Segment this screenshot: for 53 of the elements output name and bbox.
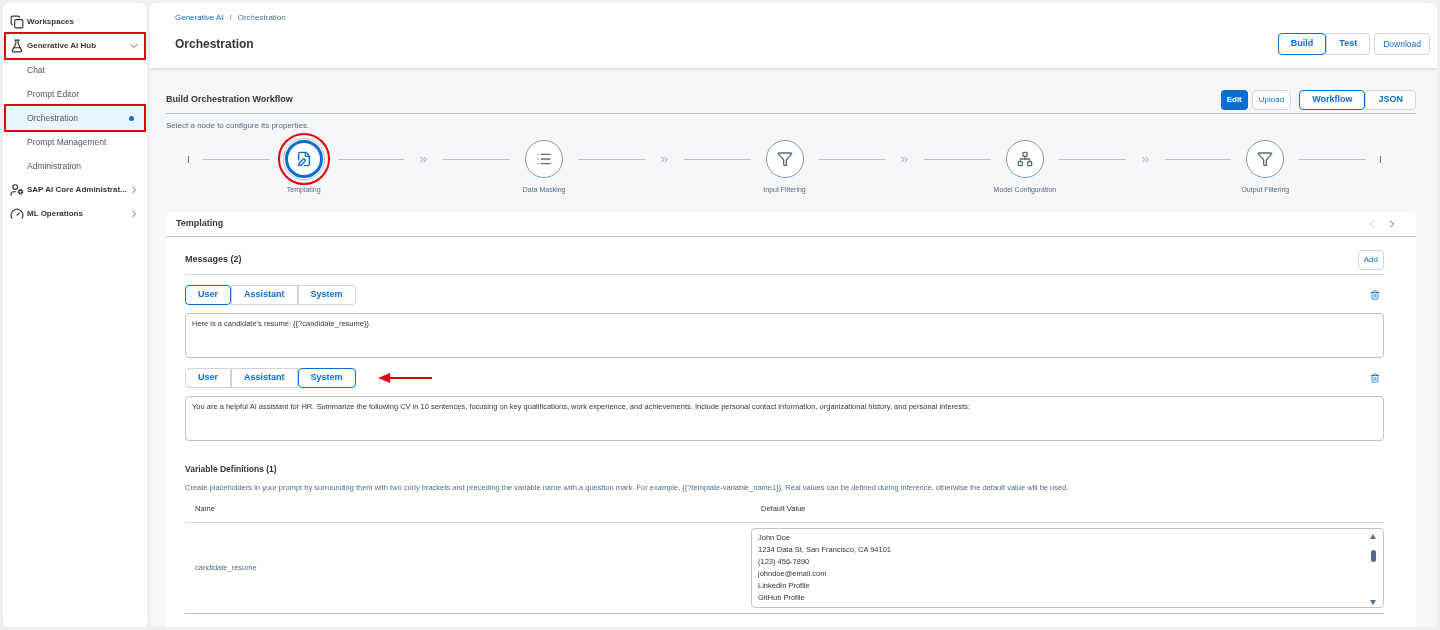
nav-section[interactable]: ML Operations — [6, 202, 144, 226]
flow-start-marker — [188, 156, 189, 163]
add-button[interactable]: Add — [1357, 249, 1384, 270]
segment-tab[interactable]: User — [185, 368, 231, 388]
segment-tab[interactable]: Assistant — [231, 285, 298, 305]
nav-item[interactable]: Administration — [6, 154, 144, 178]
delete-icon[interactable] — [1370, 373, 1380, 383]
page-title: Orchestration — [175, 36, 254, 53]
segment-tab[interactable]: Test — [1326, 33, 1371, 55]
variables-title: Variable Definitions (1) — [185, 463, 278, 476]
nav-item[interactable]: Chat — [6, 58, 144, 82]
workflow-node[interactable] — [1246, 140, 1285, 178]
flow-end-marker — [1380, 156, 1382, 163]
segment-tab[interactable]: System — [297, 285, 356, 305]
flask-icon — [10, 39, 24, 53]
network-icon — [1016, 151, 1033, 167]
segment-tab[interactable]: Build — [1277, 33, 1327, 55]
nav-item[interactable]: Prompt Editor — [6, 82, 144, 106]
delete-icon[interactable] — [1370, 290, 1380, 300]
user-gear-icon — [10, 183, 24, 197]
chevrons-right-icon — [899, 154, 911, 165]
document-pen-icon — [295, 151, 312, 167]
breadcrumb-link[interactable]: Generative AI — [175, 12, 224, 24]
segment-tab[interactable]: System — [297, 368, 356, 388]
gauge-icon — [10, 207, 24, 221]
nav-item[interactable]: Prompt Management — [6, 130, 144, 154]
section-title: Build Orchestration Workflow — [166, 93, 293, 107]
workflow-node[interactable] — [765, 140, 804, 178]
lines-icon — [536, 151, 553, 167]
filter-icon — [1257, 151, 1274, 167]
nav-item[interactable]: Orchestration — [6, 106, 144, 130]
chevrons-right-icon — [658, 154, 670, 165]
upload-button[interactable]: Upload — [1251, 90, 1292, 110]
segment-tab[interactable]: Workflow — [1299, 90, 1366, 110]
segment-tab[interactable]: JSON — [1365, 90, 1416, 110]
workspaces-icon — [10, 15, 24, 29]
chevrons-right-icon — [418, 154, 430, 165]
download-button[interactable]: Download — [1374, 33, 1430, 55]
breadcrumb-separator: / — [229, 12, 232, 24]
edit-button[interactable]: Edit — [1220, 90, 1248, 110]
nav-section[interactable]: Generative AI Hub — [6, 34, 144, 58]
segment-tab[interactable]: User — [185, 285, 231, 305]
filter-icon — [776, 151, 793, 167]
segment-tab[interactable]: Assistant — [231, 368, 298, 388]
chevrons-right-icon — [1139, 154, 1151, 165]
panel-title: Templating — [176, 217, 224, 231]
messages-title: Messages (2) — [185, 252, 242, 266]
nav-section[interactable]: Workspaces — [6, 10, 144, 34]
workflow-node[interactable] — [525, 140, 564, 178]
hint-text: Select a node to configure its properties. — [166, 120, 311, 132]
breadcrumb-current: Orchestration — [237, 12, 286, 24]
workflow-node[interactable] — [1005, 140, 1044, 178]
nav-section[interactable]: SAP AI Core Administrat... — [6, 178, 144, 202]
